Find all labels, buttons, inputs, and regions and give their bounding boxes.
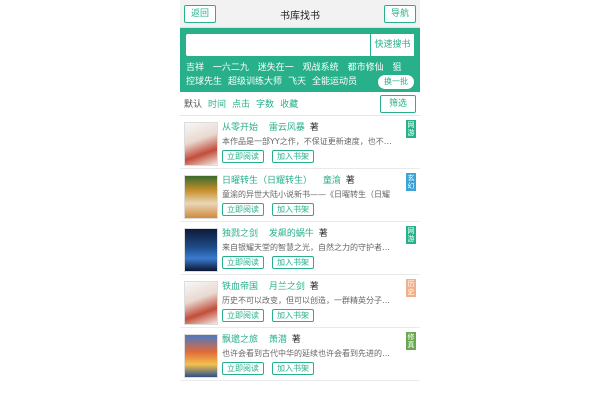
book-description: 历史不可以改变，但可以创造，一群精英分子… [222, 296, 390, 305]
sort-words[interactable]: 字数 [256, 97, 274, 110]
book-item: 铁血帝国 月兰之剑 著 历史不可以改变，但可以创造，一群精英分子… 立即阅读 加… [180, 275, 420, 328]
read-now-button[interactable]: 立即阅读 [222, 362, 264, 375]
read-now-button[interactable]: 立即阅读 [222, 150, 264, 163]
add-to-shelf-button[interactable]: 加入书架 [272, 362, 314, 375]
read-now-button[interactable]: 立即阅读 [222, 256, 264, 269]
hot-word[interactable]: 都市修仙 [348, 63, 384, 73]
read-now-button[interactable]: 立即阅读 [222, 309, 264, 322]
add-to-shelf-button[interactable]: 加入书架 [272, 150, 314, 163]
book-description: 来自银耀天堂的智慧之光，自然之力的守护者… [222, 243, 390, 252]
search-block: 快速搜书 吉祥 一六二九 迷失在一 观战系统 都市修仙 狙 控球先生 超级训练大… [180, 28, 420, 92]
hot-word[interactable]: 吉祥 [186, 63, 204, 73]
add-to-shelf-button[interactable]: 加入书架 [272, 203, 314, 216]
genre-tag: 网游 [406, 226, 416, 244]
genre-tag: 网游 [406, 120, 416, 138]
book-title[interactable]: 日曜转生（日耀转生） [222, 176, 312, 186]
app-shell: 返回 书库找书 导航 快速搜书 吉祥 一六二九 迷失在一 观战系统 都市修仙 狙… [180, 0, 420, 400]
book-author[interactable]: 雷云风暴 [269, 123, 305, 133]
book-author[interactable]: 萧潜 [269, 335, 287, 345]
book-info: 日曜转生（日耀转生） 童渝 著 童渝的异世大陆小说新书——《日曜转生（日耀 立即… [222, 175, 402, 221]
book-info: 飘邈之旅 萧潜 著 也许会看到古代中华的延续也许会看到先进的… 立即阅读 加入书… [222, 334, 402, 380]
author-suffix: 著 [345, 176, 355, 186]
add-to-shelf-button[interactable]: 加入书架 [272, 309, 314, 322]
author-suffix: 著 [309, 123, 319, 133]
top-bar: 返回 书库找书 导航 [180, 0, 420, 28]
book-title[interactable]: 飘邈之旅 [222, 335, 258, 345]
book-author[interactable]: 童渝 [323, 176, 341, 186]
hot-word[interactable]: 狙 [392, 63, 401, 73]
hot-word[interactable]: 控球先生 [186, 75, 222, 89]
author-suffix: 著 [309, 282, 319, 292]
search-input[interactable] [186, 34, 370, 56]
genre-tag: 玄幻 [406, 173, 416, 191]
nav-button[interactable]: 导航 [383, 5, 416, 23]
book-title[interactable]: 独戮之剑 [222, 229, 258, 239]
book-description: 也许会看到古代中华的延续也许会看到先进的… [222, 349, 390, 358]
book-list: 从零开始 雷云风暴 著 本作品是一部YY之作，不保证更新速度，也不… 立即阅读 … [180, 116, 420, 381]
sort-clicks[interactable]: 点击 [232, 97, 250, 110]
book-description: 本作品是一部YY之作，不保证更新速度，也不… [222, 137, 392, 146]
book-item: 从零开始 雷云风暴 著 本作品是一部YY之作，不保证更新速度，也不… 立即阅读 … [180, 116, 420, 169]
book-author[interactable]: 发飙的蜗牛 [269, 229, 314, 239]
author-suffix: 著 [291, 335, 301, 345]
search-row: 快速搜书 [186, 34, 414, 56]
book-info: 独戮之剑 发飙的蜗牛 著 来自银耀天堂的智慧之光，自然之力的守护者… 立即阅读 … [222, 228, 402, 274]
swap-batch-button[interactable]: 换一批 [378, 75, 414, 89]
book-cover[interactable] [184, 228, 218, 272]
book-info: 铁血帝国 月兰之剑 著 历史不可以改变，但可以创造，一群精英分子… 立即阅读 加… [222, 281, 402, 327]
read-now-button[interactable]: 立即阅读 [222, 203, 264, 216]
sort-default[interactable]: 默认 [184, 97, 202, 110]
book-info: 从零开始 雷云风暴 著 本作品是一部YY之作，不保证更新速度，也不… 立即阅读 … [222, 122, 402, 168]
hot-words-row-1: 吉祥 一六二九 迷失在一 观战系统 都市修仙 狙 [186, 61, 414, 75]
book-item: 日曜转生（日耀转生） 童渝 著 童渝的异世大陆小说新书——《日曜转生（日耀 立即… [180, 169, 420, 222]
hot-word[interactable]: 全能运动员 [312, 75, 357, 89]
book-item: 独戮之剑 发飙的蜗牛 著 来自银耀天堂的智慧之光，自然之力的守护者… 立即阅读 … [180, 222, 420, 275]
sort-bar: 默认 时间 点击 字数 收藏 筛选 [180, 92, 420, 116]
book-description: 童渝的异世大陆小说新书——《日曜转生（日耀 [222, 190, 390, 199]
hot-word[interactable]: 观战系统 [303, 63, 339, 73]
book-cover[interactable] [184, 122, 218, 166]
hot-word[interactable]: 一六二九 [213, 63, 249, 73]
book-author[interactable]: 月兰之剑 [269, 282, 305, 292]
book-item: 飘邈之旅 萧潜 著 也许会看到古代中华的延续也许会看到先进的… 立即阅读 加入书… [180, 328, 420, 381]
book-title[interactable]: 从零开始 [222, 123, 258, 133]
filter-button[interactable]: 筛选 [379, 94, 416, 113]
hot-word[interactable]: 飞天 [288, 75, 306, 89]
book-cover[interactable] [184, 175, 218, 219]
book-cover[interactable] [184, 334, 218, 378]
author-suffix: 著 [318, 229, 328, 239]
quick-search-button[interactable]: 快速搜书 [370, 34, 414, 56]
book-title[interactable]: 铁血帝国 [222, 282, 258, 292]
book-cover[interactable] [184, 281, 218, 325]
genre-tag: 历史 [406, 279, 416, 297]
add-to-shelf-button[interactable]: 加入书架 [272, 256, 314, 269]
hot-word[interactable]: 迷失在一 [258, 63, 294, 73]
hot-words-row-2: 控球先生 超级训练大师 飞天 全能运动员 换一批 [186, 75, 414, 89]
genre-tag: 修真 [406, 332, 416, 350]
sort-favorites[interactable]: 收藏 [280, 97, 298, 110]
hot-word[interactable]: 超级训练大师 [228, 75, 282, 89]
sort-time[interactable]: 时间 [208, 97, 226, 110]
